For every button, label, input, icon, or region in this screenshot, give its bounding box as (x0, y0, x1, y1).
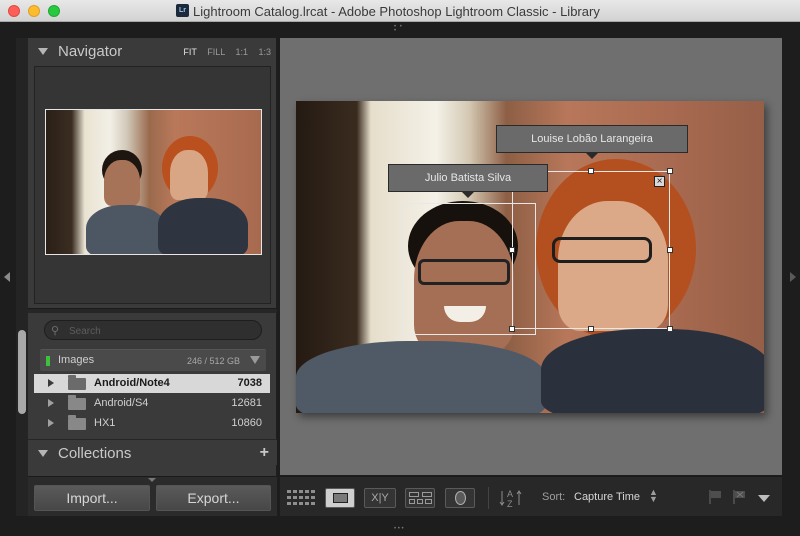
import-export-bar: Import... Export... (28, 476, 277, 516)
folder-icon (68, 395, 86, 410)
people-view-icon[interactable] (445, 488, 475, 508)
resize-handle[interactable] (667, 326, 673, 332)
face-region-louise[interactable]: × (509, 168, 673, 332)
collapse-triangle-icon[interactable] (38, 450, 48, 457)
folder-row-android-s4[interactable]: Android/S4 12681 (34, 394, 270, 413)
folder-search-box[interactable]: ⚲ (44, 320, 262, 340)
navigator-header[interactable]: Navigator FIT FILL 1:1 1:3 (28, 38, 277, 64)
resize-handle[interactable] (588, 326, 594, 332)
face-tag-label-julio[interactable]: Julio Batista Silva (388, 164, 548, 198)
collections-title: Collections (58, 445, 132, 462)
svg-text:Z: Z (507, 499, 513, 509)
toolbar-divider (488, 487, 489, 509)
window-title: Lightroom Catalog.lrcat - Adobe Photosho… (193, 4, 600, 19)
panel-divider[interactable] (28, 308, 277, 313)
main-photo[interactable]: × Julio Batista Silva Louise Lobão Laran… (296, 101, 764, 413)
navigator-title: Navigator (58, 43, 123, 60)
top-panel-toggle[interactable]: • • • (394, 24, 406, 34)
sort-label: Sort: (542, 491, 566, 503)
window-maximize-button[interactable] (48, 5, 60, 17)
thumb-man-face (104, 160, 140, 206)
resize-handle[interactable] (588, 168, 594, 174)
expand-triangle-icon[interactable] (48, 399, 54, 407)
expand-triangle-icon[interactable] (48, 419, 54, 427)
zoom-1-1[interactable]: 1:1 (235, 47, 248, 57)
svg-text:A: A (507, 489, 513, 499)
zoom-fit[interactable]: FIT (183, 47, 196, 57)
survey-view-icon[interactable] (405, 488, 435, 508)
man-shirt (296, 341, 546, 413)
window-titlebar: Lr Lightroom Catalog.lrcat - Adobe Photo… (0, 0, 800, 22)
folder-row-hx1[interactable]: HX1 10860 (34, 414, 270, 433)
zoom-fill[interactable]: FILL (207, 47, 225, 57)
folder-name: Android/Note4 (94, 377, 170, 389)
export-button[interactable]: Export... (156, 485, 271, 511)
close-icon[interactable]: × (654, 176, 665, 187)
folder-name: HX1 (94, 417, 116, 429)
expand-triangle-icon[interactable] (48, 379, 54, 387)
sort-order-icon[interactable]: A Z (499, 487, 522, 509)
folder-row-android-note4[interactable]: Android/Note4 7038 (34, 374, 270, 393)
volume-name: Images (58, 354, 95, 366)
window-minimize-button[interactable] (28, 5, 40, 17)
plus-icon[interactable]: + (260, 444, 269, 462)
import-button[interactable]: Import... (34, 485, 150, 511)
navigator-preview[interactable] (34, 66, 271, 304)
volume-status-led (46, 356, 50, 366)
collections-header[interactable]: Collections + (28, 439, 277, 465)
folder-icon (68, 375, 86, 390)
volume-row-images[interactable]: Images 246 / 512 GB (40, 349, 266, 371)
search-input[interactable] (69, 324, 249, 338)
folder-count: 12681 (231, 397, 262, 409)
flag-icon[interactable] (708, 489, 722, 505)
grid-view-icon[interactable] (286, 488, 316, 508)
loupe-view-icon[interactable] (325, 488, 355, 508)
compare-view-icon[interactable]: X|Y (364, 488, 396, 508)
thumb-woman-face (170, 150, 208, 200)
window-close-button[interactable] (8, 5, 20, 17)
left-panel-scroll-track (16, 38, 28, 516)
search-icon: ⚲ (51, 325, 60, 337)
face-tag-label-louise[interactable]: Louise Lobão Larangeira (496, 125, 688, 159)
left-panel-toggle-icon[interactable] (4, 272, 10, 282)
folder-count: 7038 (237, 377, 262, 389)
loupe-view[interactable]: × Julio Batista Silva Louise Lobão Laran… (280, 38, 782, 475)
volume-capacity: 246 / 512 GB (186, 356, 240, 366)
volume-dropdown-icon[interactable] (250, 356, 260, 364)
bottom-panel-toggle[interactable]: • • • (394, 526, 406, 532)
navigator-thumbnail[interactable] (45, 109, 262, 255)
library-toolbar: X|Y A Z Sort: Capture Time ▲ ▼ (280, 476, 782, 516)
resize-handle[interactable] (667, 247, 673, 253)
resize-handle[interactable] (667, 168, 673, 174)
resize-handle[interactable] (509, 247, 515, 253)
zoom-1-3[interactable]: 1:3 (258, 47, 271, 57)
sort-stepper-icon[interactable]: ▲ ▼ (649, 488, 658, 504)
thumb-man-body (86, 205, 166, 254)
chevron-down-icon[interactable] (758, 495, 770, 502)
left-panel-scrollbar[interactable] (18, 330, 26, 414)
lightroom-app-icon: Lr (176, 4, 189, 17)
sort-dropdown[interactable]: Capture Time (574, 491, 640, 503)
panel-notch-icon (148, 478, 156, 482)
collapse-triangle-icon[interactable] (38, 48, 48, 55)
thumb-woman-body (158, 198, 248, 254)
folder-name: Android/S4 (94, 397, 149, 409)
woman-jacket (541, 329, 764, 413)
right-panel-toggle-icon[interactable] (790, 272, 796, 282)
navigator-zoom-options: FIT FILL 1:1 1:3 (175, 47, 271, 57)
folder-count: 10860 (231, 417, 262, 429)
reject-flag-icon[interactable] (732, 489, 746, 505)
resize-handle[interactable] (509, 326, 515, 332)
folder-icon (68, 415, 86, 430)
